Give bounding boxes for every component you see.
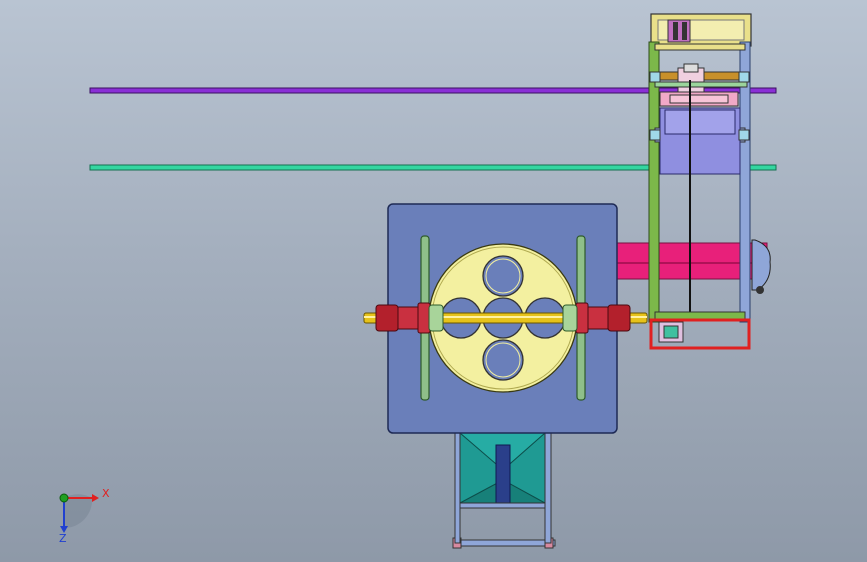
axis-z-label: Z (59, 532, 67, 545)
cad-viewport[interactable]: X Z (0, 0, 867, 562)
axis-x-label: X (102, 487, 110, 500)
bearing-left[interactable] (375, 302, 431, 334)
hub-right[interactable] (562, 304, 578, 332)
hub-left[interactable] (428, 304, 444, 332)
vertical-frame[interactable] (648, 13, 752, 350)
axis-triad-icon (59, 493, 99, 533)
bearing-right[interactable] (575, 302, 631, 334)
assembly-drawing: X Z (59, 13, 777, 549)
hopper[interactable] (452, 432, 556, 549)
